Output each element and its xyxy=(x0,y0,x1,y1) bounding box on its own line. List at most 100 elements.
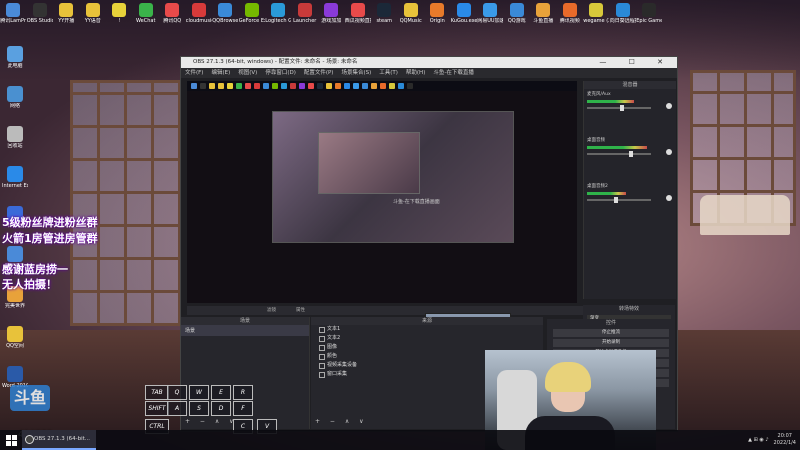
preview-app-icon xyxy=(326,83,332,89)
desktop-icon[interactable]: 西瓜视频直播 xyxy=(345,0,372,36)
desktop-icon[interactable]: Internet Explorer xyxy=(0,160,30,200)
app-icon xyxy=(244,3,259,17)
desktop-icon[interactable]: QQ游戏 xyxy=(504,0,531,36)
menu-item[interactable]: 配置文件(P) xyxy=(304,68,334,78)
volume-meter xyxy=(587,146,648,149)
desktop-icon[interactable]: QQBrowser xyxy=(212,0,239,36)
mixer-header: 混音器 xyxy=(584,81,676,89)
gear-icon[interactable] xyxy=(666,149,672,155)
desktop-icon[interactable]: OBS Studio xyxy=(27,0,54,36)
desktop-icon[interactable]: WeChat xyxy=(133,0,160,36)
menu-item[interactable]: 场景集合(S) xyxy=(341,68,371,78)
desktop-icon[interactable]: 向日葵远程控制 64位 xyxy=(610,0,637,36)
menu-item[interactable]: 工具(T) xyxy=(379,68,398,78)
volume-slider[interactable] xyxy=(587,151,651,157)
menu-item[interactable]: 斗鱼-在下载直播 xyxy=(433,68,474,78)
control-button[interactable]: 开始录制 xyxy=(553,339,669,347)
app-icon xyxy=(7,246,23,262)
volume-meter xyxy=(587,192,626,195)
app-icon xyxy=(377,3,392,17)
desktop-icon-label: QQ游戏 xyxy=(507,18,526,24)
menu-item[interactable]: 文件(F) xyxy=(185,68,203,78)
desktop-icon-label: Internet Explorer xyxy=(2,183,28,189)
preview-app-icon xyxy=(398,83,404,89)
keyboard-key: SHIFT xyxy=(145,401,169,416)
volume-slider-handle[interactable] xyxy=(614,197,618,203)
window-controls[interactable]: — ☐ ✕ xyxy=(599,57,673,68)
app-icon xyxy=(350,3,365,17)
desktop-icon[interactable]: Epic Games Launcher xyxy=(636,0,663,36)
desktop-icon-label: ! xyxy=(118,18,121,24)
keyboard-key: S xyxy=(189,401,209,416)
desktop-icon-label: 腾讯视频 xyxy=(559,18,580,24)
desktop-icon[interactable]: QQ空间 xyxy=(0,320,30,360)
menu-item[interactable]: 停靠窗口(D) xyxy=(265,68,296,78)
source-item[interactable]: 文本1 xyxy=(311,325,543,334)
desktop-icon[interactable]: 回收站 xyxy=(0,120,30,160)
desktop-icon[interactable]: 斗鱼直播 xyxy=(530,0,557,36)
scene-item[interactable]: 场景 xyxy=(181,325,309,336)
clock[interactable]: 20:07 2022/1/4 xyxy=(774,433,796,447)
preview-app-icon xyxy=(281,83,287,89)
preview-app-icon xyxy=(335,83,341,89)
menu-item[interactable]: 视图(V) xyxy=(238,68,257,78)
obs-titlebar[interactable]: OBS 27.1.3 (64-bit, windows) - 配置文件: 未命名… xyxy=(181,57,677,68)
desktop-icon[interactable]: 此电脑 xyxy=(0,40,30,80)
tray-icons[interactable]: ▲ ⊞ ◉ ♪ xyxy=(748,437,768,443)
app-icon xyxy=(430,3,445,17)
sources-add-remove[interactable]: + − ∧ ∨ xyxy=(315,418,368,425)
preview-app-icon xyxy=(236,83,242,89)
wallpaper-window-left xyxy=(70,80,186,326)
desktop-icon[interactable]: 网络 xyxy=(0,80,30,120)
desktop-icon[interactable]: 腾讯LamPro机器 xyxy=(0,0,27,36)
taskbar-app-obs[interactable]: OBS 27.1.3 (64-bit... xyxy=(22,430,96,450)
desktop-icon[interactable]: YY语音 xyxy=(80,0,107,36)
gear-icon[interactable] xyxy=(666,103,672,109)
desktop-icon[interactable]: ! xyxy=(106,0,133,36)
desktop-icon-label: QQMusic xyxy=(399,18,422,24)
menu-item[interactable]: 编辑(E) xyxy=(211,68,230,78)
app-icon xyxy=(191,3,206,17)
obs-title: OBS 27.1.3 (64-bit, windows) - 配置文件: 未命名… xyxy=(193,59,358,65)
preview-icon-strip xyxy=(187,81,577,91)
app-icon xyxy=(456,3,471,17)
desktop-icon[interactable]: Origin xyxy=(424,0,451,36)
scenes-add-remove[interactable]: + − ∧ ∨ xyxy=(185,418,238,425)
wallpaper-lamp xyxy=(700,195,790,235)
source-item[interactable]: 文本2 xyxy=(311,334,543,343)
desktop-icon[interactable]: 网易UU加速器 xyxy=(477,0,504,36)
filters-button[interactable]: 滤镜 xyxy=(267,306,276,315)
desktop-icon[interactable]: cloudmusic xyxy=(186,0,213,36)
desktop-icon-label: QQ空间 xyxy=(6,343,24,349)
desktop-icon[interactable]: steam xyxy=(371,0,398,36)
volume-slider[interactable] xyxy=(587,105,651,111)
preview-app-icon xyxy=(272,83,278,89)
start-button[interactable] xyxy=(0,430,22,450)
overlay-line-2: 火箭1房管进房管群 xyxy=(2,232,98,245)
desktop-icon[interactable]: wegame (2) xyxy=(583,0,610,36)
app-icon xyxy=(297,3,312,17)
streamer-hair xyxy=(545,362,591,392)
menu-item[interactable]: 帮助(H) xyxy=(406,68,425,78)
desktop-icon[interactable]: 腾讯视频 xyxy=(557,0,584,36)
desktop-icon[interactable]: YY开播 xyxy=(53,0,80,36)
volume-slider-handle[interactable] xyxy=(629,151,633,157)
overlay-line-1: 5级粉丝牌进粉丝群 xyxy=(2,216,98,229)
desktop-icon[interactable]: 游戏加加 xyxy=(318,0,345,36)
app-icon xyxy=(562,3,577,17)
volume-slider[interactable] xyxy=(587,197,651,203)
desktop-icon[interactable]: 腾讯QQ xyxy=(159,0,186,36)
desktop-icon[interactable]: QQMusic xyxy=(398,0,425,36)
control-button[interactable]: 停止推流 xyxy=(553,329,669,337)
obs-preview[interactable]: 斗鱼-在下载直播画面 斗鱼 xyxy=(187,81,577,303)
desktop-icon-label: GeForce Experience xyxy=(238,18,265,24)
desktop-icon[interactable]: KuGou.exe 快捷方式 xyxy=(451,0,478,36)
desktop-icon[interactable]: GeForce Experience xyxy=(239,0,266,36)
desktop-icon-label: Origin xyxy=(429,18,445,24)
keyboard-key: E xyxy=(211,385,231,400)
gear-icon[interactable] xyxy=(666,195,672,201)
volume-slider-handle[interactable] xyxy=(620,105,624,111)
properties-button[interactable]: 属性 xyxy=(296,306,305,315)
desktop-icon[interactable]: Launcher xyxy=(292,0,319,36)
desktop-icon[interactable]: Logitech G HUB xyxy=(265,0,292,36)
